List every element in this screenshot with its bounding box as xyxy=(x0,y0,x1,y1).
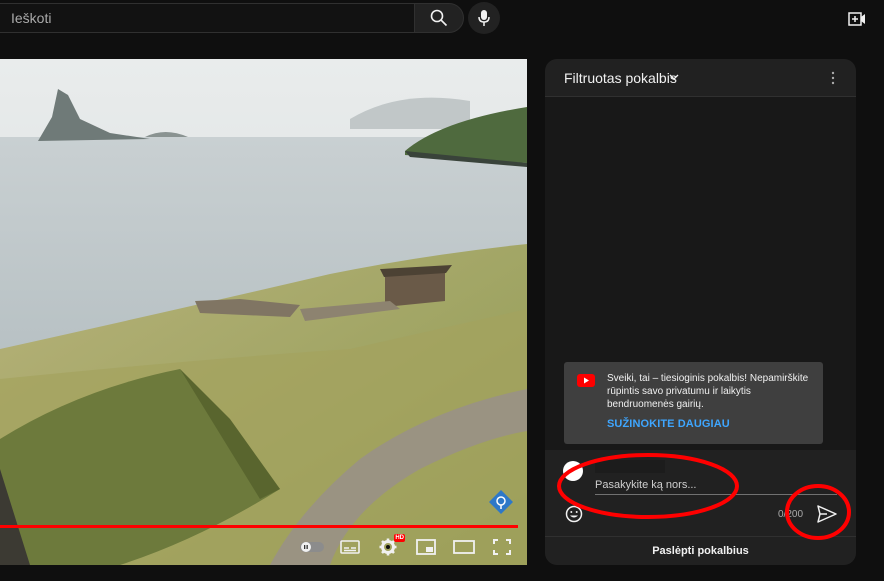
live-chat-panel: Filtruotas pokalbis Sveiki, tai – tiesio… xyxy=(545,59,856,565)
create-video-icon xyxy=(848,12,865,26)
theater-mode-button[interactable] xyxy=(451,534,477,560)
notice-text: Sveiki, tai – tiesioginis pokalbis! Nepa… xyxy=(607,373,809,410)
hide-chat-button[interactable]: Paslėpti pokalbius xyxy=(545,536,856,565)
chat-filter-dropdown[interactable]: Filtruotas pokalbis xyxy=(564,70,677,86)
miniplayer-button[interactable] xyxy=(413,534,439,560)
mic-icon xyxy=(478,10,490,26)
chat-message-input[interactable] xyxy=(595,476,835,494)
subtitles-icon xyxy=(340,540,360,554)
learn-more-link[interactable]: SUŽINOKITE DAUGIAU xyxy=(607,418,730,430)
voice-search-button[interactable] xyxy=(468,2,500,34)
autoplay-toggle[interactable] xyxy=(299,534,325,560)
chat-header: Filtruotas pokalbis xyxy=(545,59,856,97)
progress-bar[interactable] xyxy=(0,525,518,528)
welcome-notice: Sveiki, tai – tiesioginis pokalbis! Nepa… xyxy=(564,362,823,444)
fullscreen-button[interactable] xyxy=(489,534,515,560)
hd-badge: HD xyxy=(394,534,405,542)
more-options-icon[interactable] xyxy=(828,69,838,87)
search-icon xyxy=(430,9,448,27)
search-button[interactable] xyxy=(414,3,464,33)
input-underline xyxy=(595,494,837,495)
video-player[interactable]: HD xyxy=(0,59,527,565)
search-input[interactable] xyxy=(0,4,414,32)
youtube-logo-icon xyxy=(577,374,595,387)
channel-watermark[interactable] xyxy=(488,489,514,515)
chevron-down-icon[interactable] xyxy=(669,74,679,80)
send-icon[interactable] xyxy=(817,505,837,523)
subtitles-button[interactable] xyxy=(337,534,363,560)
miniplayer-icon xyxy=(416,539,436,555)
create-button[interactable] xyxy=(846,8,868,30)
video-frame xyxy=(0,59,527,565)
theater-mode-icon xyxy=(453,540,475,554)
settings-button[interactable]: HD xyxy=(375,534,405,560)
player-controls: HD xyxy=(299,533,515,561)
chat-scrollbar[interactable] xyxy=(842,97,856,450)
emoji-icon[interactable] xyxy=(565,505,583,523)
autoplay-toggle-icon xyxy=(300,542,324,552)
chat-input-area: 0/200 xyxy=(545,450,856,536)
watermark-logo-icon xyxy=(489,490,513,514)
search-box[interactable] xyxy=(0,3,414,33)
avatar xyxy=(563,461,583,481)
char-counter: 0/200 xyxy=(778,509,804,520)
fullscreen-icon xyxy=(493,539,511,555)
username-redacted xyxy=(595,460,665,473)
